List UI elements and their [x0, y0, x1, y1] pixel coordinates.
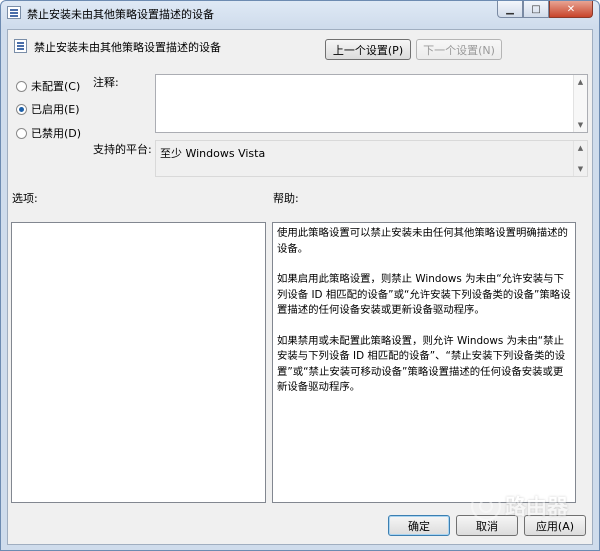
radio-enabled[interactable]: 已启用(E) — [16, 101, 80, 117]
watermark-text: 路由器 — [505, 495, 568, 519]
help-label: 帮助: — [273, 192, 299, 205]
policy-dialog-window: 禁止安装未由其他策略设置描述的设备 ▁ □ ✕ 禁止安装未由其他策略设置描述的设… — [0, 0, 600, 551]
setting-title: 禁止安装未由其他策略设置描述的设备 — [34, 41, 221, 54]
comment-textarea[interactable]: ▲ ▼ — [155, 74, 588, 133]
close-button[interactable]: ✕ — [549, 1, 593, 18]
next-setting-button[interactable]: 下一个设置(N) — [416, 39, 502, 60]
dialog-client-area: 禁止安装未由其他策略设置描述的设备 上一个设置(P) 下一个设置(N) 未配置(… — [7, 29, 593, 545]
radio-circle-enabled[interactable] — [16, 103, 27, 115]
previous-setting-button[interactable]: 上一个设置(P) — [325, 39, 411, 60]
options-label: 选项: — [12, 192, 38, 205]
comment-scrollbar[interactable]: ▲ ▼ — [573, 75, 587, 132]
radio-not-configured[interactable]: 未配置(C) — [16, 78, 80, 94]
scroll-down-arrow-icon[interactable]: ▼ — [574, 119, 587, 131]
radio-circle-not-configured[interactable] — [16, 80, 27, 92]
platform-box: 至少 Windows Vista ▲ ▼ — [155, 140, 588, 177]
window-title: 禁止安装未由其他策略设置描述的设备 — [27, 8, 214, 21]
radio-circle-disabled[interactable] — [16, 127, 27, 139]
policy-icon — [7, 6, 21, 19]
platform-value: 至少 Windows Vista — [160, 147, 266, 160]
watermark: 路由器 — [471, 491, 568, 521]
help-paragraph: 如果启用此策略设置，则禁止 Windows 为未由“允许安装与下列设备 ID 相… — [277, 273, 571, 316]
watermark-logo-icon — [471, 491, 501, 521]
help-paragraph: 使用此策略设置可以禁止安装未由任何其他策略设置明确描述的设备。 — [277, 227, 568, 255]
minimize-button[interactable]: ▁ — [497, 1, 523, 18]
platform-scrollbar[interactable]: ▲ ▼ — [573, 141, 587, 176]
scroll-up-arrow-icon[interactable]: ▲ — [574, 142, 587, 154]
comment-label: 注释: — [93, 76, 119, 89]
radio-label: 已禁用(D) — [31, 127, 82, 140]
ok-button[interactable]: 确定 — [388, 515, 450, 536]
options-panel — [11, 222, 266, 503]
radio-label: 未配置(C) — [31, 80, 81, 93]
scroll-up-arrow-icon[interactable]: ▲ — [574, 76, 587, 88]
setting-icon — [14, 39, 27, 53]
help-panel: 使用此策略设置可以禁止安装未由任何其他策略设置明确描述的设备。 如果启用此策略设… — [272, 222, 576, 503]
help-paragraph: 如果禁用或未配置此策略设置，则允许 Windows 为未由“禁止安装与下列设备 … — [277, 334, 566, 394]
radio-disabled[interactable]: 已禁用(D) — [16, 125, 81, 141]
radio-label: 已启用(E) — [31, 103, 80, 116]
help-text: 使用此策略设置可以禁止安装未由任何其他策略设置明确描述的设备。 如果启用此策略设… — [277, 226, 571, 411]
caption-buttons: ▁ □ ✕ — [497, 1, 593, 19]
platform-label: 支持的平台: — [93, 143, 152, 156]
title-bar[interactable]: 禁止安装未由其他策略设置描述的设备 ▁ □ ✕ — [1, 1, 599, 25]
scroll-down-arrow-icon[interactable]: ▼ — [574, 163, 587, 175]
maximize-button[interactable]: □ — [523, 1, 549, 18]
